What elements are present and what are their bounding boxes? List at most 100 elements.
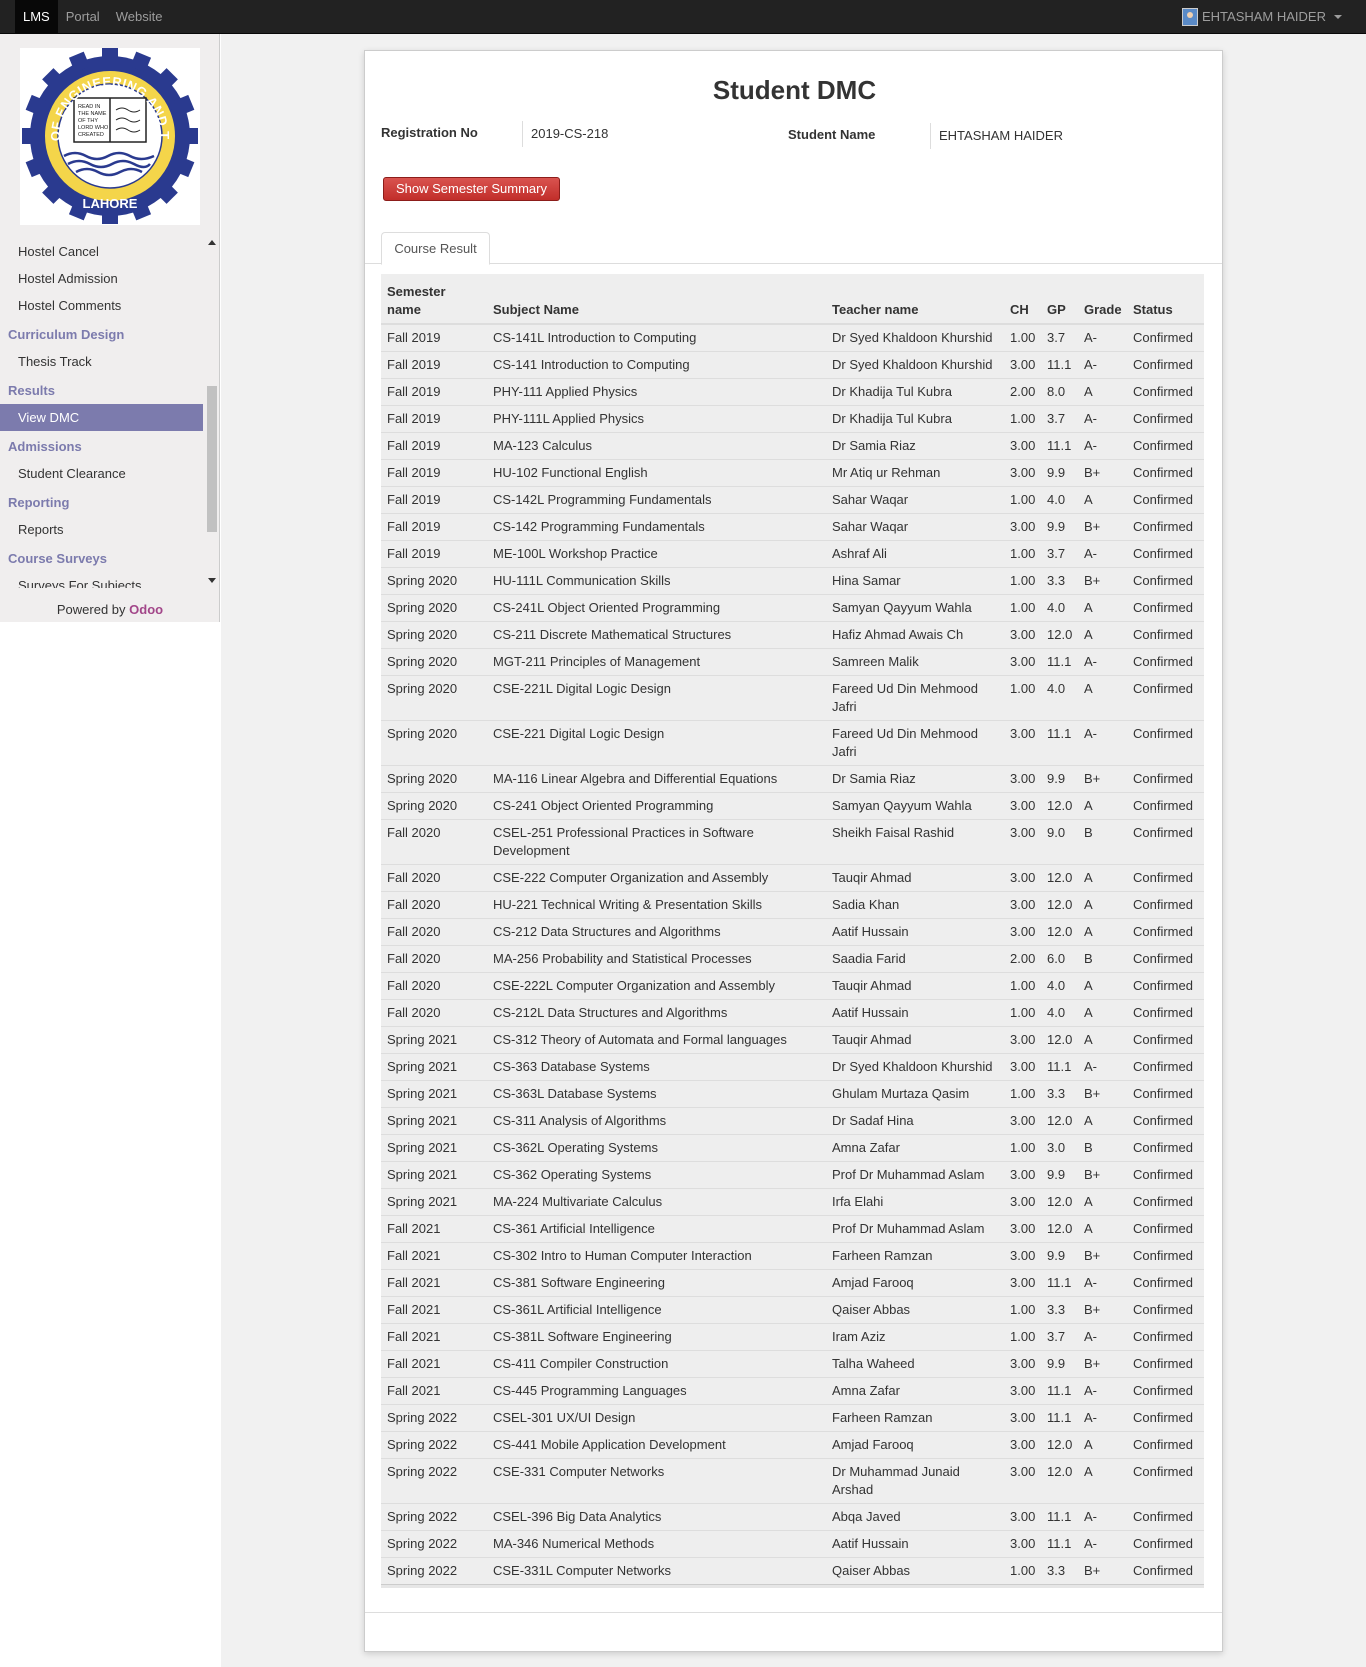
sidebar-item-surveys-for-subjects[interactable]: Surveys For Subjects xyxy=(0,572,204,588)
cell-grade: A- xyxy=(1078,540,1127,568)
cell-teacher: Ghulam Murtaza Qasim xyxy=(826,1080,1004,1108)
table-row: Spring 2022 CSE-331 Computer Networks Dr M… xyxy=(381,1458,1204,1504)
cell-subject: CSEL-396 Big Data Analytics xyxy=(487,1503,826,1531)
table-row: Fall 2019 CS-142 Programming Fundamentals… xyxy=(381,513,1204,541)
sidebar-menu: Hostel Cancel Hostel Admission Hostel Comm… xyxy=(0,238,204,588)
cell-status: Confirmed xyxy=(1127,675,1204,721)
cell-semester: Fall 2019 xyxy=(381,405,487,433)
cell-subject: ME-100L Workshop Practice xyxy=(487,540,826,568)
cell-status: Confirmed xyxy=(1127,1107,1204,1135)
col-teacher-name[interactable]: Teacher name xyxy=(826,274,1004,325)
cell-grade: A- xyxy=(1078,648,1127,676)
cell-subject: PHY-111 Applied Physics xyxy=(487,378,826,406)
nav-portal[interactable]: Portal xyxy=(58,0,108,34)
nav-lms[interactable]: LMS xyxy=(15,0,58,34)
cell-semester: Fall 2019 xyxy=(381,323,487,352)
cell-subject: CS-141 Introduction to Computing xyxy=(487,351,826,379)
col-subject-name[interactable]: Subject Name xyxy=(487,274,826,325)
col-grade[interactable]: Grade xyxy=(1078,274,1127,325)
cell-subject: CSEL-301 UX/UI Design xyxy=(487,1404,826,1432)
cell-subject: MA-116 Linear Algebra and Differential E… xyxy=(487,765,826,793)
cell-grade: A xyxy=(1078,675,1127,721)
powered-by-label: Powered by xyxy=(56,602,126,617)
cell-teacher: Sahar Waqar xyxy=(826,513,1004,541)
table-row: Fall 2019 MA-123 Calculus Dr Samia Riaz 3.0… xyxy=(381,432,1204,460)
nav-website[interactable]: Website xyxy=(108,0,171,34)
cell-teacher: Mr Atiq ur Rehman xyxy=(826,459,1004,487)
cell-semester: Fall 2019 xyxy=(381,486,487,514)
sidebar-item-hostel-admission[interactable]: Hostel Admission xyxy=(0,265,204,292)
cell-grade: A xyxy=(1078,1458,1127,1504)
cell-grade: A xyxy=(1078,1107,1127,1135)
sidebar-item-student-clearance[interactable]: Student Clearance xyxy=(0,460,204,487)
cell-ch: 1.00 xyxy=(1004,675,1041,721)
cell-grade: A xyxy=(1078,891,1127,919)
cell-status: Confirmed xyxy=(1127,513,1204,541)
cell-gp: 12.0 xyxy=(1041,1107,1078,1135)
cell-ch: 3.00 xyxy=(1004,459,1041,487)
cell-ch: 3.00 xyxy=(1004,1188,1041,1216)
cell-subject: MA-224 Multivariate Calculus xyxy=(487,1188,826,1216)
col-semester-name[interactable]: Semester name xyxy=(381,274,487,325)
table-row: Fall 2020 CS-212L Data Structures and Alg… xyxy=(381,999,1204,1027)
cell-ch: 1.00 xyxy=(1004,1134,1041,1162)
cell-status: Confirmed xyxy=(1127,918,1204,946)
cell-status: Confirmed xyxy=(1127,1458,1204,1504)
sidebar-item-reports[interactable]: Reports xyxy=(0,516,204,543)
cell-semester: Fall 2021 xyxy=(381,1350,487,1378)
cell-subject: CSEL-251 Professional Practices in Softw… xyxy=(487,819,826,865)
cell-grade: A xyxy=(1078,1026,1127,1054)
cell-subject: MA-346 Numerical Methods xyxy=(487,1530,826,1558)
user-name: EHTASHAM HAIDER xyxy=(1202,9,1326,24)
cell-ch: 1.00 xyxy=(1004,972,1041,1000)
page-title: Student DMC xyxy=(712,75,877,105)
cell-status: Confirmed xyxy=(1127,648,1204,676)
odoo-link[interactable]: Odoo xyxy=(129,602,163,617)
top-navbar: LMS Portal Website EHTASHAM HAIDER xyxy=(0,0,1366,34)
cell-gp: 4.0 xyxy=(1041,972,1078,1000)
cell-semester: Fall 2019 xyxy=(381,459,487,487)
sidebar-item-thesis-track[interactable]: Thesis Track xyxy=(0,348,204,375)
tab-course-result[interactable]: Course Result xyxy=(381,232,490,265)
cell-subject: MGT-211 Principles of Management xyxy=(487,648,826,676)
scroll-up-arrow-icon[interactable] xyxy=(208,240,216,245)
cell-teacher: Sahar Waqar xyxy=(826,486,1004,514)
sidebar-item-hostel-comments[interactable]: Hostel Comments xyxy=(0,292,204,319)
cell-teacher: Sheikh Faisal Rashid xyxy=(826,819,1004,865)
cell-grade: A xyxy=(1078,792,1127,820)
col-gp[interactable]: GP xyxy=(1041,274,1078,325)
cell-gp: 4.0 xyxy=(1041,594,1078,622)
cell-teacher: Fareed Ud Din Mehmood Jafri xyxy=(826,720,1004,766)
user-menu[interactable]: EHTASHAM HAIDER xyxy=(1182,0,1342,34)
scrollbar-thumb[interactable] xyxy=(207,386,217,532)
cell-grade: B+ xyxy=(1078,1161,1127,1189)
cell-grade: B+ xyxy=(1078,765,1127,793)
svg-text:READ IN: READ IN xyxy=(78,104,100,110)
cell-gp: 11.1 xyxy=(1041,648,1078,676)
cell-grade: B+ xyxy=(1078,1557,1127,1584)
cell-gp: 11.1 xyxy=(1041,1269,1078,1297)
cell-ch: 3.00 xyxy=(1004,1377,1041,1405)
cell-status: Confirmed xyxy=(1127,1188,1204,1216)
cell-subject: CSE-222L Computer Organization and Assem… xyxy=(487,972,826,1000)
cell-teacher: Iram Aziz xyxy=(826,1323,1004,1351)
table-row: Spring 2020 MGT-211 Principles of Managem… xyxy=(381,648,1204,676)
col-status[interactable]: Status xyxy=(1127,274,1204,325)
sidebar-item-hostel-cancel[interactable]: Hostel Cancel xyxy=(0,238,204,265)
cell-teacher: Fareed Ud Din Mehmood Jafri xyxy=(826,675,1004,721)
col-ch[interactable]: CH xyxy=(1004,274,1041,325)
cell-status: Confirmed xyxy=(1127,1350,1204,1378)
cell-teacher: Dr Syed Khaldoon Khurshid xyxy=(826,351,1004,379)
sidebar-item-view-dmc[interactable]: View DMC xyxy=(0,404,203,431)
cell-semester: Fall 2020 xyxy=(381,945,487,973)
sidebar-scrollbar[interactable] xyxy=(206,238,218,588)
scroll-down-arrow-icon[interactable] xyxy=(208,578,216,583)
cell-semester: Fall 2020 xyxy=(381,972,487,1000)
cell-gp: 9.9 xyxy=(1041,1242,1078,1270)
cell-ch: 1.00 xyxy=(1004,1557,1041,1584)
cell-gp: 3.7 xyxy=(1041,405,1078,433)
course-result-table: Semester name Subject Name Teacher name … xyxy=(381,274,1204,1584)
cell-subject: CS-361 Artificial Intelligence xyxy=(487,1215,826,1243)
table-row: Spring 2022 CSE-331L Computer Networks Qai… xyxy=(381,1557,1204,1584)
show-semester-summary-button[interactable]: Show Semester Summary xyxy=(383,177,560,201)
